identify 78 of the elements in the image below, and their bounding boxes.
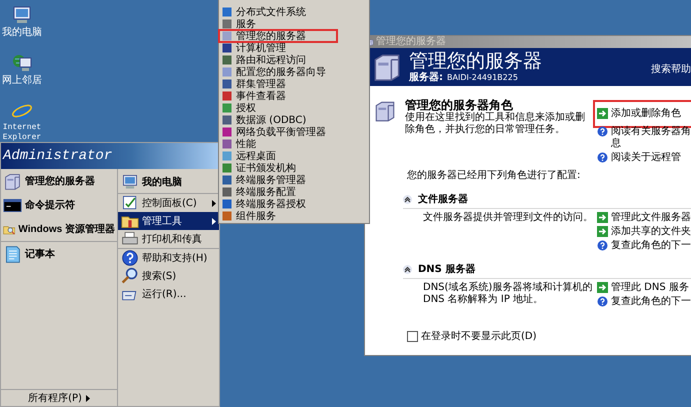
role-title: DNS 服务器 — [418, 262, 476, 276]
submenu-arrow-icon — [86, 394, 90, 402]
start-menu-item[interactable]: Windows 资源管理器 — [1, 217, 117, 241]
checkbox[interactable] — [407, 330, 418, 342]
checked-panel-icon — [121, 194, 139, 212]
submenu-arrow-icon — [212, 200, 216, 206]
start-menu-item[interactable]: 命令提示符 — [1, 193, 117, 217]
search-help-link[interactable]: 搜索帮助 — [651, 62, 691, 76]
menu-item[interactable]: 组件服务 — [219, 210, 369, 222]
menu-item[interactable]: 数据源 (ODBC) — [219, 114, 369, 126]
menu-item[interactable]: 服务 — [219, 18, 369, 30]
menu-item[interactable]: 事件查看器 — [219, 90, 369, 102]
arrow-icon — [597, 108, 608, 119]
collapse-chevron-icon[interactable] — [403, 264, 412, 274]
notepad-icon — [3, 244, 22, 264]
start-menu-item[interactable]: 打印机和传真 — [118, 230, 219, 248]
arrow-icon — [597, 282, 608, 293]
menu-item[interactable]: 路由和远程访问 — [219, 54, 369, 66]
checkbox-label[interactable]: 在登录时不要显示此页(D) — [421, 329, 537, 343]
start-menu-item[interactable]: 控制面板(C) — [118, 194, 219, 212]
help-icon — [121, 249, 139, 267]
desktop-icon-label[interactable]: Internet Explorer — [0, 123, 44, 143]
start-menu-item[interactable]: 搜索(S) — [118, 267, 219, 285]
submenu-arrow-icon — [212, 218, 216, 224]
menu-item[interactable]: 证书颁发机构 — [219, 162, 369, 174]
menu-item[interactable]: 群集管理器 — [219, 78, 369, 90]
search-icon — [121, 267, 139, 285]
section-title: 管理您的服务器角色 — [405, 98, 513, 112]
role-description: DNS(域名系统)服务器将域和计算机的 DNS 名称解释为 IP 地址。 — [423, 282, 593, 307]
menu-item[interactable]: 终端服务管理器 — [219, 174, 369, 186]
menu-item[interactable]: 管理您的服务器 — [219, 30, 337, 42]
help-icon — [597, 126, 608, 137]
task-link[interactable]: 添加或删除角色 — [597, 104, 691, 124]
task-link[interactable]: 复查此角色的下一 — [597, 240, 691, 252]
role-title: 文件服务器 — [418, 192, 468, 206]
network-computer-icon[interactable] — [11, 52, 33, 74]
server-name: BAIDI-24491B225 — [447, 72, 518, 83]
help-icon — [597, 240, 608, 251]
task-link[interactable]: 复查此角色的下一 — [597, 296, 691, 308]
task-link[interactable]: 管理此文件服务器 — [597, 212, 691, 224]
role-description: 文件服务器提供并管理到文件的访问。 — [423, 212, 593, 225]
menu-item[interactable]: 终端服务配置 — [219, 186, 369, 198]
start-menu-item[interactable]: 我的电脑 — [118, 171, 219, 193]
task-link[interactable]: 添加共享的文件夹 — [597, 226, 691, 238]
computer-icon[interactable] — [11, 4, 33, 26]
menu-item[interactable]: 性能 — [219, 138, 369, 150]
task-link[interactable]: 管理此 DNS 服务 — [597, 282, 691, 294]
page-heading: 管理您的服务器 — [409, 51, 543, 72]
menu-item[interactable]: 计算机管理 — [219, 42, 369, 54]
window-title: 管理您的服务器 — [376, 36, 446, 48]
server-icon — [367, 38, 374, 46]
section-description: 使用在这里找到的工具和信息来添加或删除角色，并执行您的日常管理任务。 — [405, 112, 586, 136]
menu-item[interactable]: 远程桌面 — [219, 150, 369, 162]
computer-icon — [121, 173, 139, 191]
collapse-chevron-icon[interactable] — [403, 194, 412, 204]
help-icon — [597, 296, 608, 307]
start-menu-item[interactable]: 帮助和支持(H) — [118, 249, 219, 267]
arrow-icon — [597, 212, 608, 223]
task-link[interactable]: 阅读关于远程管 — [597, 152, 691, 164]
menu-item[interactable]: 分布式文件系统 — [219, 6, 369, 18]
user-name: Administrator — [1, 143, 219, 169]
arrow-icon — [597, 226, 608, 237]
desktop-icon-label[interactable]: 网上邻居 — [2, 75, 42, 86]
desktop-icon-label[interactable]: 我的电脑 — [2, 27, 42, 38]
help-icon — [597, 152, 608, 163]
start-menu-item[interactable]: 记事本 — [1, 242, 117, 266]
start-menu-item[interactable]: 管理工具 — [118, 212, 219, 230]
menu-item[interactable]: 授权 — [219, 102, 369, 114]
start-menu-item[interactable]: 运行(R)... — [118, 285, 219, 303]
configured-roles-text: 您的服务器已经用下列角色进行了配置: — [406, 168, 582, 182]
menu-item[interactable]: 终端服务器授权 — [219, 198, 369, 210]
server-label: 服务器: — [409, 72, 443, 83]
all-programs-item[interactable]: 所有程序(P) — [1, 389, 117, 406]
menu-item[interactable]: 网络负载平衡管理器 — [219, 126, 369, 138]
start-menu-item[interactable]: 管理您的服务器 — [1, 169, 117, 193]
task-link[interactable]: 阅读有关服务器角 息 — [597, 126, 691, 150]
menu-item[interactable]: 配置您的服务器向导 — [219, 66, 369, 78]
server-icon — [3, 172, 22, 190]
